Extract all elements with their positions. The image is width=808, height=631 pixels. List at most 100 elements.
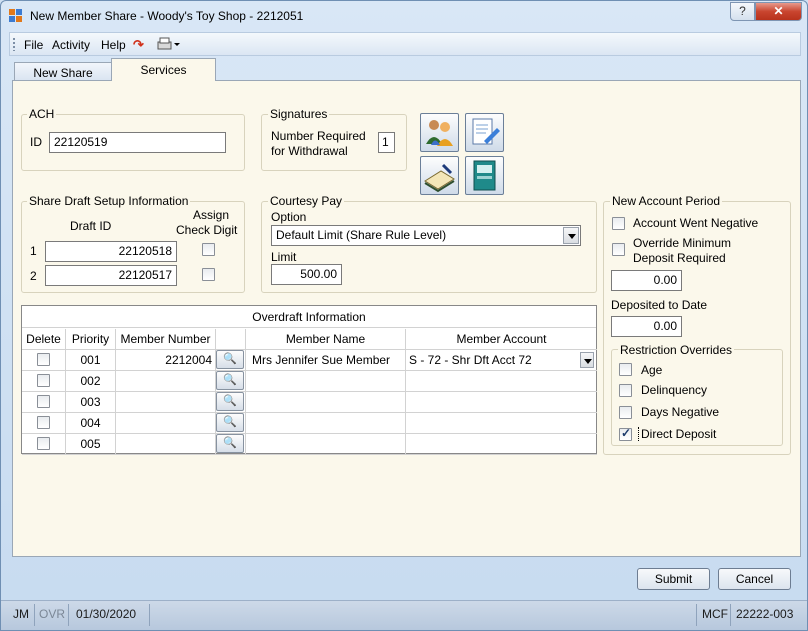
draft-id-input[interactable]: 22120517 (45, 265, 177, 286)
table-row (22, 392, 66, 413)
lookup-cell: 🔍 (216, 350, 246, 371)
went-negative-label: Account Went Negative (633, 216, 759, 230)
member-name-cell: Mrs Jennifer Sue Member (246, 350, 406, 371)
binoculars-icon[interactable]: 🔍 (216, 392, 244, 411)
status-divider (34, 604, 35, 626)
deposited-to-date-label: Deposited to Date (611, 298, 708, 312)
went-negative-checkbox[interactable] (612, 217, 625, 230)
menu-file[interactable]: File (24, 38, 43, 52)
lookup-cell: 🔍 (216, 434, 246, 455)
limit-input[interactable]: 500.00 (271, 264, 342, 285)
app-icon (9, 9, 23, 23)
override-delinquency-checkbox[interactable] (619, 384, 632, 397)
member-number-cell[interactable] (116, 371, 216, 392)
member-account-cell[interactable] (406, 392, 597, 413)
binoculars-icon[interactable]: 🔍 (216, 350, 244, 369)
override-days-negative-label: Days Negative (641, 405, 720, 419)
status-divider (68, 604, 69, 626)
priority-cell: 004 (66, 413, 116, 434)
window-title: New Member Share - Woody's Toy Shop - 22… (30, 9, 304, 23)
option-label: Option (271, 210, 307, 224)
member-number-cell[interactable] (116, 413, 216, 434)
required-label-line1: Number Required (271, 129, 366, 143)
edit-document-icon[interactable] (465, 113, 504, 152)
draft-id-input[interactable]: 22120518 (45, 241, 177, 262)
status-account: 22222-003 (736, 607, 794, 621)
binoculars-icon[interactable]: 🔍 (216, 413, 244, 432)
tab-services[interactable]: Services (111, 58, 216, 81)
submit-button[interactable]: Submit (637, 568, 710, 590)
delete-header: Delete (22, 329, 66, 350)
menu-activity[interactable]: Activity (52, 38, 90, 52)
lookup-header (216, 329, 246, 350)
assign-header-line2: Check Digit (176, 223, 238, 237)
override-days-negative-checkbox[interactable] (619, 406, 632, 419)
member-name-cell (246, 413, 406, 434)
courtesy-option-select[interactable]: Default Limit (Share Rule Level) (271, 225, 581, 246)
override-label-line1: Override Minimum (633, 236, 732, 250)
share-draft-group-label: Share Draft Setup Information (27, 194, 191, 208)
delete-checkbox[interactable] (37, 395, 50, 408)
print-icon[interactable] (156, 37, 182, 52)
delete-checkbox[interactable] (37, 353, 50, 366)
required-signatures-input[interactable]: 1 (378, 132, 395, 153)
tab-new-share[interactable]: New Share (14, 62, 112, 81)
table-row (22, 350, 66, 371)
lookup-cell: 🔍 (216, 392, 246, 413)
binoculars-icon[interactable]: 🔍 (216, 434, 244, 453)
status-divider (696, 604, 697, 626)
delete-checkbox[interactable] (37, 416, 50, 429)
cancel-button[interactable]: Cancel (718, 568, 791, 590)
override-label-line2: Deposit Required (633, 251, 726, 265)
member-number-cell[interactable]: 2212004 (116, 350, 216, 371)
chevron-down-icon[interactable] (580, 352, 594, 368)
override-min-deposit-checkbox[interactable] (612, 243, 625, 256)
lookup-cell: 🔍 (216, 371, 246, 392)
status-divider (730, 604, 731, 626)
toolbar-grip (13, 38, 15, 51)
assign-check-digit-checkbox[interactable] (202, 268, 215, 281)
ach-group-label: ACH (27, 107, 57, 121)
redo-arrow-icon[interactable]: ↷ (133, 37, 151, 52)
binoculars-icon[interactable]: 🔍 (216, 371, 244, 390)
menu-bar: File Activity Help ↷ (9, 32, 801, 56)
lookup-cell: 🔍 (216, 413, 246, 434)
help-button[interactable]: ? (730, 2, 755, 21)
chevron-down-icon[interactable] (563, 227, 579, 244)
member-account-header: Member Account (406, 329, 597, 350)
assign-header-line1: Assign (193, 208, 230, 222)
assign-check-digit-checkbox[interactable] (202, 243, 215, 256)
delete-checkbox[interactable] (37, 374, 50, 387)
courtesy-pay-group-label: Courtesy Pay (268, 194, 345, 208)
ach-id-input[interactable]: 22120519 (49, 132, 226, 153)
signature-pad-icon[interactable] (420, 156, 459, 195)
override-direct-deposit-checkbox[interactable] (619, 426, 632, 441)
menu-help[interactable]: Help (101, 38, 126, 52)
limit-label: Limit (271, 250, 297, 264)
draft-row-number: 1 (30, 244, 37, 258)
new-account-period-label: New Account Period (610, 194, 723, 208)
table-row (22, 434, 66, 455)
priority-header: Priority (66, 329, 116, 350)
override-delinquency-label: Delinquency (641, 383, 708, 397)
member-number-cell[interactable] (116, 392, 216, 413)
min-deposit-input[interactable]: 0.00 (611, 270, 682, 291)
delete-checkbox[interactable] (37, 437, 50, 450)
table-row (22, 413, 66, 434)
deposited-to-date-input[interactable]: 0.00 (611, 316, 682, 337)
draft-id-header: Draft ID (70, 219, 112, 233)
member-account-select[interactable]: S - 72 - Shr Dft Acct 72 (406, 350, 597, 371)
member-name-header: Member Name (246, 329, 406, 350)
override-age-checkbox[interactable] (619, 363, 632, 376)
member-account-cell[interactable] (406, 371, 597, 392)
member-account-cell[interactable] (406, 413, 597, 434)
status-user: JM (13, 607, 29, 621)
courtesy-option-value: Default Limit (Share Rule Level) (276, 228, 447, 242)
close-button[interactable]: ✕ (755, 2, 802, 21)
priority-cell: 001 (66, 350, 116, 371)
member-account-cell[interactable] (406, 434, 597, 455)
account-card-icon[interactable] (465, 156, 504, 195)
restriction-overrides-label: Restriction Overrides (618, 343, 735, 357)
member-number-cell[interactable] (116, 434, 216, 455)
people-icon[interactable] (420, 113, 459, 152)
